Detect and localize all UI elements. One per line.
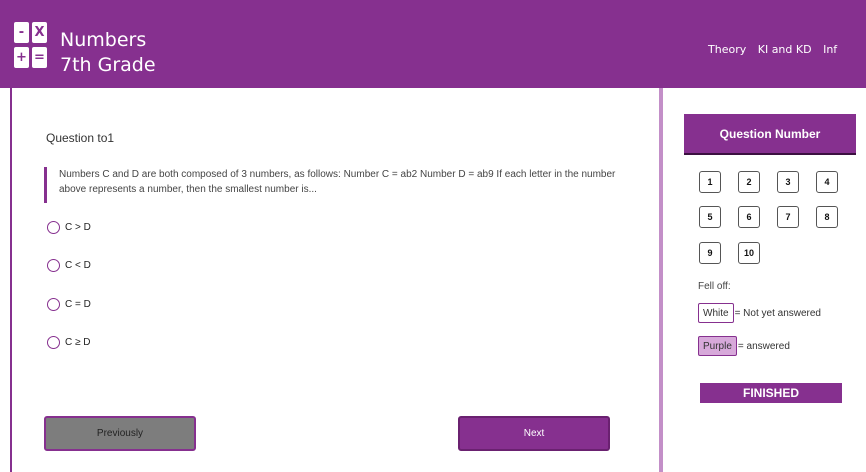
- question-text: Numbers C and D are both composed of 3 n…: [44, 167, 644, 203]
- question-number-6[interactable]: 6: [738, 206, 760, 228]
- content-left-border: [10, 88, 12, 472]
- next-button[interactable]: Next: [458, 416, 610, 451]
- plus-icon: +: [14, 47, 29, 68]
- radio-button[interactable]: [47, 297, 60, 311]
- legend-title: Fell off:: [698, 281, 731, 292]
- legend-chip-purple: Purple: [698, 336, 737, 356]
- nav-ki-kd[interactable]: KI and KD: [758, 43, 812, 56]
- question-number-5[interactable]: 5: [699, 206, 721, 228]
- app-title-line1: Numbers: [60, 29, 147, 51]
- legend-description: = answered: [737, 340, 790, 352]
- app-title-line2: 7th Grade: [60, 54, 156, 76]
- question-number-1[interactable]: 1: [699, 171, 721, 193]
- legend-chip-white: White: [698, 303, 734, 323]
- nav-theory[interactable]: Theory: [708, 43, 746, 56]
- question-number-4[interactable]: 4: [816, 171, 838, 193]
- question-number-3[interactable]: 3: [777, 171, 799, 193]
- question-title: Question to1: [46, 131, 115, 145]
- previous-button[interactable]: Previously: [44, 416, 196, 451]
- question-number-10[interactable]: 10: [738, 242, 760, 264]
- radio-button[interactable]: [47, 335, 60, 349]
- nav-info[interactable]: Inf: [823, 43, 837, 56]
- radio-button[interactable]: [47, 220, 60, 234]
- legend-description: = Not yet answered: [734, 307, 821, 319]
- finished-button[interactable]: FINISHED: [700, 383, 842, 403]
- equals-icon: =: [32, 47, 47, 68]
- answer-option-label: C ≥ D: [65, 336, 91, 348]
- question-number-2[interactable]: 2: [738, 171, 760, 193]
- legend-answered: Purple = answered: [698, 336, 790, 356]
- answer-option-label: C = D: [65, 298, 91, 310]
- question-number-header: Question Number: [684, 114, 856, 155]
- app-title: Numbers 7th Grade: [60, 28, 156, 78]
- legend-not-answered: White = Not yet answered: [698, 303, 821, 323]
- panel-divider: [659, 88, 663, 472]
- answer-option-1[interactable]: C > D: [47, 219, 91, 235]
- multiply-icon: X: [32, 22, 47, 43]
- answer-option-3[interactable]: C = D: [47, 296, 91, 312]
- question-number-7[interactable]: 7: [777, 206, 799, 228]
- top-navigation: Theory KI and KD Inf: [708, 43, 845, 56]
- app-header: - X + = Numbers 7th Grade Theory KI and …: [0, 0, 866, 88]
- answer-option-2[interactable]: C < D: [47, 257, 91, 273]
- question-number-9[interactable]: 9: [699, 242, 721, 264]
- question-number-8[interactable]: 8: [816, 206, 838, 228]
- answer-option-label: C > D: [65, 221, 91, 233]
- answer-option-label: C < D: [65, 259, 91, 271]
- minus-icon: -: [14, 22, 29, 43]
- answer-option-4[interactable]: C ≥ D: [47, 334, 91, 350]
- radio-button[interactable]: [47, 258, 60, 272]
- app-logo: - X + =: [14, 22, 48, 72]
